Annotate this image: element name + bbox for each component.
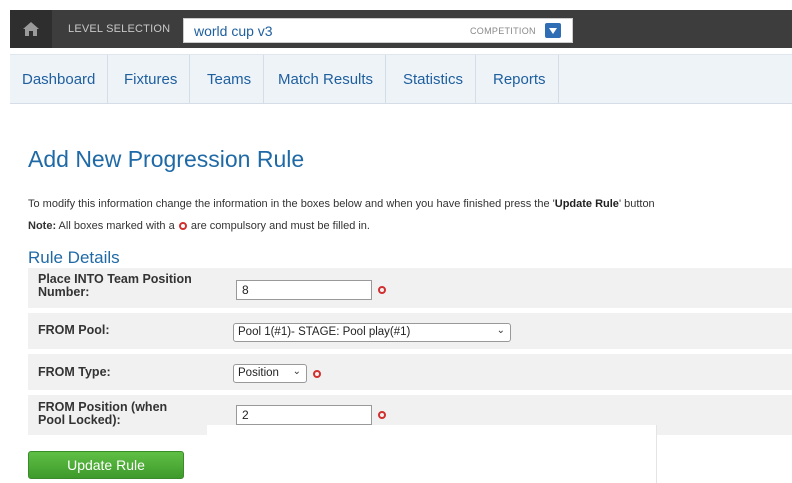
competition-dropdown-button[interactable] bbox=[545, 23, 561, 38]
home-button[interactable] bbox=[10, 10, 52, 48]
from-position-label-line2: Pool Locked): bbox=[38, 413, 121, 427]
place-into-position-input[interactable]: 8 bbox=[236, 280, 372, 300]
tab-statistics[interactable]: Statistics bbox=[391, 55, 477, 103]
home-icon bbox=[23, 22, 39, 36]
from-type-label: FROM Type: bbox=[38, 365, 111, 379]
required-icon bbox=[378, 411, 386, 419]
required-icon bbox=[378, 286, 386, 294]
required-note: Note: All boxes marked with a are compul… bbox=[28, 220, 370, 232]
intro-text-suffix: ' button bbox=[618, 198, 655, 210]
from-pool-selected: Pool 1(#1)- STAGE: Pool play(#1) bbox=[238, 326, 411, 338]
main-nav: Dashboard Fixtures Teams Match Results S… bbox=[10, 54, 792, 104]
note-label: Note: bbox=[28, 220, 57, 232]
level-search-value: world cup v3 bbox=[194, 23, 273, 39]
section-title: Rule Details bbox=[28, 248, 120, 267]
from-pool-row: FROM Pool: Pool 1(#1)- STAGE: Pool play(… bbox=[28, 313, 792, 349]
required-icon bbox=[313, 370, 321, 378]
chevron-down-icon: ⌄ bbox=[292, 366, 301, 377]
from-type-select[interactable]: Position ⌄ bbox=[233, 364, 307, 383]
note-text-prefix: All boxes marked with a bbox=[56, 220, 178, 232]
level-selection-label: LEVEL SELECTION bbox=[68, 23, 171, 35]
page-title: Add New Progression Rule bbox=[28, 146, 305, 172]
from-type-row: FROM Type: Position ⌄ bbox=[28, 354, 792, 390]
top-bar: LEVEL SELECTION world cup v3 COMPETITION bbox=[0, 0, 792, 48]
place-into-label-line2: Number: bbox=[38, 285, 90, 299]
from-pool-label: FROM Pool: bbox=[38, 323, 110, 337]
intro-text-bold: Update Rule bbox=[554, 198, 619, 210]
blank-panel bbox=[207, 425, 657, 483]
from-position-input[interactable]: 2 bbox=[236, 405, 372, 425]
from-position-label: FROM Position (when Pool Locked): bbox=[38, 401, 167, 427]
tab-teams[interactable]: Teams bbox=[195, 55, 265, 103]
from-pool-select[interactable]: Pool 1(#1)- STAGE: Pool play(#1) ⌄ bbox=[233, 323, 511, 342]
tab-match-results[interactable]: Match Results bbox=[266, 55, 387, 103]
tab-reports[interactable]: Reports bbox=[481, 55, 559, 103]
tab-dashboard[interactable]: Dashboard bbox=[10, 55, 109, 103]
update-rule-button[interactable]: Update Rule bbox=[28, 451, 184, 479]
note-text-suffix: are compulsory and must be filled in. bbox=[187, 220, 370, 232]
chevron-down-icon: ⌄ bbox=[496, 325, 505, 336]
required-icon bbox=[178, 222, 187, 230]
tab-fixtures[interactable]: Fixtures bbox=[112, 55, 191, 103]
intro-text-prefix: To modify this information change the in… bbox=[28, 198, 555, 210]
from-type-selected: Position bbox=[238, 367, 279, 379]
level-search-input[interactable]: world cup v3 COMPETITION bbox=[183, 18, 573, 43]
place-into-row: Place INTO Team Position Number: 8 bbox=[28, 268, 792, 308]
intro-text: To modify this information change the in… bbox=[28, 198, 792, 210]
chevron-down-icon bbox=[549, 27, 557, 34]
competition-label: COMPETITION bbox=[470, 26, 536, 36]
place-into-label: Place INTO Team Position Number: bbox=[38, 273, 192, 299]
